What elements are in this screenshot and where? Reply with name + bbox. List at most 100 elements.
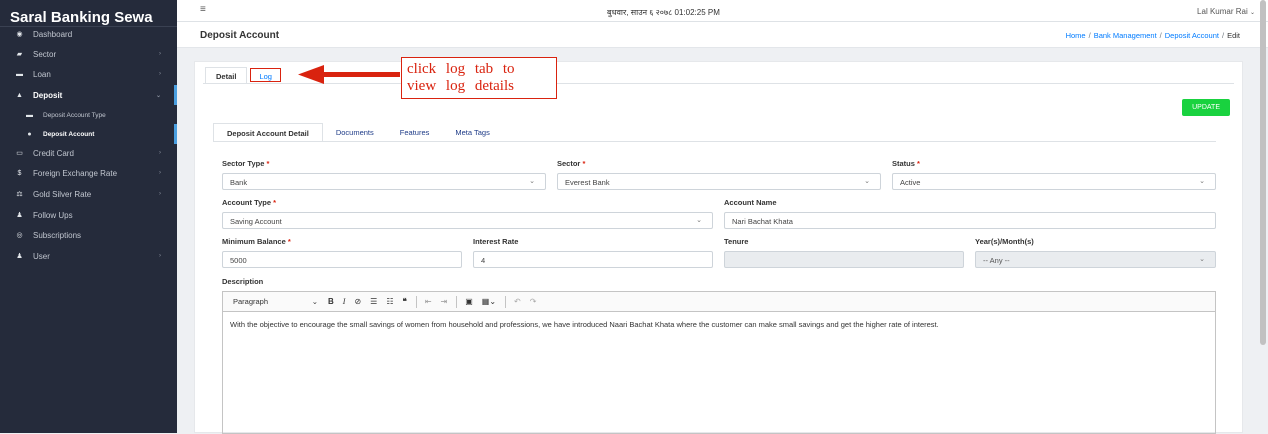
update-button[interactable]: UPDATE [1182,99,1230,116]
status-select[interactable]: Active ⌄ [892,173,1216,190]
chevron-down-icon: ⌄ [1199,256,1205,263]
users-icon: ♟ [16,253,23,260]
year-month-label: Year(s)/Month(s) [975,237,1034,246]
callout-line-1: click log tab to [407,61,515,77]
annotation-arrow-icon [298,65,400,84]
account-type-select[interactable]: Saving Account ⌄ [222,212,713,229]
description-label: Description [222,277,264,286]
tenure-input [724,251,964,268]
blockquote-icon[interactable]: ❝ [403,297,407,306]
sidebar-item-gold-silver-rate[interactable]: ⚖ Gold Silver Rate › [0,184,177,204]
rss-icon: ◎ [16,232,23,239]
sector-icon: ▰ [16,51,23,58]
user-menu[interactable]: Lal Kumar Rai ⌄ [1197,7,1255,16]
chevron-down-icon: ⌄ [1249,10,1255,16]
toolbar-divider [505,295,507,308]
chevron-right-icon: › [159,51,161,57]
interest-rate-input[interactable]: 4 [473,251,713,268]
sidebar-item-follow-ups[interactable]: ♟ Follow Ups [0,205,177,225]
callout-line-2: view log details [407,78,514,94]
sidebar-item-loan[interactable]: ▬ Loan › [0,64,177,84]
sidebar-item-label: Foreign Exchange Rate [33,168,118,178]
breadcrumb-bank-management[interactable]: Bank Management [1094,31,1157,40]
sidebar-item-label: User [33,251,50,261]
insert-image-icon[interactable]: ▣ [465,297,473,306]
undo-icon[interactable]: ↶ [514,297,521,306]
sidebar-item-label: Credit Card [33,148,74,158]
editor-toolbar: Paragraph ⌄ B I ⊘ ☰ ☷ ❝ ⇤ ⇥ ▣ ▦⌄ ↶ ↷ [223,292,1215,312]
italic-icon[interactable]: I [343,297,346,306]
deposit-account-card: Detail Log UPDATE Deposit Account Detail… [194,61,1243,434]
sidebar-item-label: Follow Ups [33,210,73,220]
numbered-list-icon[interactable]: ☷ [386,297,393,306]
description-content[interactable]: With the objective to encourage the smal… [223,312,1215,337]
redo-icon[interactable]: ↷ [530,297,537,306]
description-editor[interactable]: Paragraph ⌄ B I ⊘ ☰ ☷ ❝ ⇤ ⇥ ▣ ▦⌄ ↶ ↷ With… [222,291,1216,434]
loan-icon: ▬ [16,70,23,78]
paragraph-format-select[interactable]: Paragraph ⌄ [233,297,318,306]
sidebar-item-label: Deposit Account [43,130,95,138]
sidebar-item-deposit[interactable]: ▲ Deposit ⌄ [0,85,177,105]
sector-type-label: Sector Type * [222,159,270,168]
tab-meta-tags[interactable]: Meta Tags [442,123,502,142]
chevron-down-icon: ⌄ [311,297,318,306]
top-tabs: Detail Log [205,67,281,83]
status-label: Status * [892,159,920,168]
dollar-icon: $ [17,169,22,177]
breadcrumb-home[interactable]: Home [1066,31,1086,40]
chevron-right-icon: › [159,150,161,156]
dashboard-icon: ◉ [16,31,23,38]
chevron-right-icon: › [159,253,161,259]
account-name-input[interactable]: Nari Bachat Khata [724,212,1216,229]
breadcrumb-current: Edit [1227,31,1240,40]
id-card-icon: ▬ [26,111,33,119]
sector-type-select[interactable]: Bank ⌄ [222,173,546,190]
tab-features[interactable]: Features [387,123,443,142]
sidebar-item-credit-card[interactable]: ▭ Credit Card › [0,143,177,163]
tab-documents[interactable]: Documents [323,123,387,142]
chevron-right-icon: › [159,71,161,77]
account-type-label: Account Type * [222,198,277,207]
topbar: ≡ बुधवार, साउन ६ २०७८ 01:02:25 PM Lal Ku… [177,0,1268,22]
chevron-down-icon: ⌄ [864,178,870,185]
tab-log[interactable]: Log [250,68,281,82]
chevron-down-icon: ⌄ [529,178,535,185]
sidebar-item-label: Deposit [33,90,63,100]
hamburger-menu-icon[interactable]: ≡ [200,4,206,15]
toolbar-divider [415,295,417,308]
sidebar-item-label: Dashboard [33,29,73,39]
insert-table-icon[interactable]: ▦⌄ [482,297,496,306]
app-brand: Saral Banking Sewa [0,0,177,27]
sidebar-item-label: Subscriptions [33,230,82,240]
sidebar-item-sector[interactable]: ▰ Sector › [0,44,177,64]
outdent-icon[interactable]: ⇤ [425,297,432,306]
sidebar-item-subscriptions[interactable]: ◎ Subscriptions [0,225,177,245]
page-title: Deposit Account [200,30,280,41]
tab-deposit-account-detail[interactable]: Deposit Account Detail [213,123,323,142]
bulleted-list-icon[interactable]: ☰ [370,297,377,306]
breadcrumb-deposit-account[interactable]: Deposit Account [1165,31,1219,40]
chevron-right-icon: › [159,191,161,197]
sidebar-item-foreign-exchange-rate[interactable]: $ Foreign Exchange Rate › [0,163,177,183]
link-icon[interactable]: ⊘ [354,297,361,306]
breadcrumb: Home / Bank Management / Deposit Account / Edi… [1065,31,1240,40]
sidebar-item-deposit-account[interactable]: ● Deposit Account [0,124,177,144]
chevron-down-icon: ⌄ [696,217,702,224]
sidebar-item-dashboard[interactable]: ◉ Dashboard [0,24,177,44]
page-scrollbar[interactable] [1260,0,1266,345]
chevron-down-icon: ⌄ [155,92,161,99]
sidebar-item-label: Deposit Account Type [43,111,106,119]
minimum-balance-label: Minimum Balance * [222,237,291,246]
sidebar-item-deposit-account-type[interactable]: ▬ Deposit Account Type [0,105,177,125]
minimum-balance-input[interactable]: 5000 [222,251,462,268]
sidebar: Saral Banking Sewa ◉ Dashboard ▰ Sector … [0,0,177,433]
inner-tabs-divider [213,141,1216,142]
toolbar-divider [456,295,458,308]
sidebar-item-user[interactable]: ♟ User › [0,246,177,266]
sector-select[interactable]: Everest Bank ⌄ [557,173,881,190]
account-name-label: Account Name [724,198,777,207]
interest-rate-label: Interest Rate [473,237,519,246]
bold-icon[interactable]: B [328,297,334,306]
tab-detail[interactable]: Detail [205,67,248,83]
indent-icon[interactable]: ⇥ [441,297,448,306]
